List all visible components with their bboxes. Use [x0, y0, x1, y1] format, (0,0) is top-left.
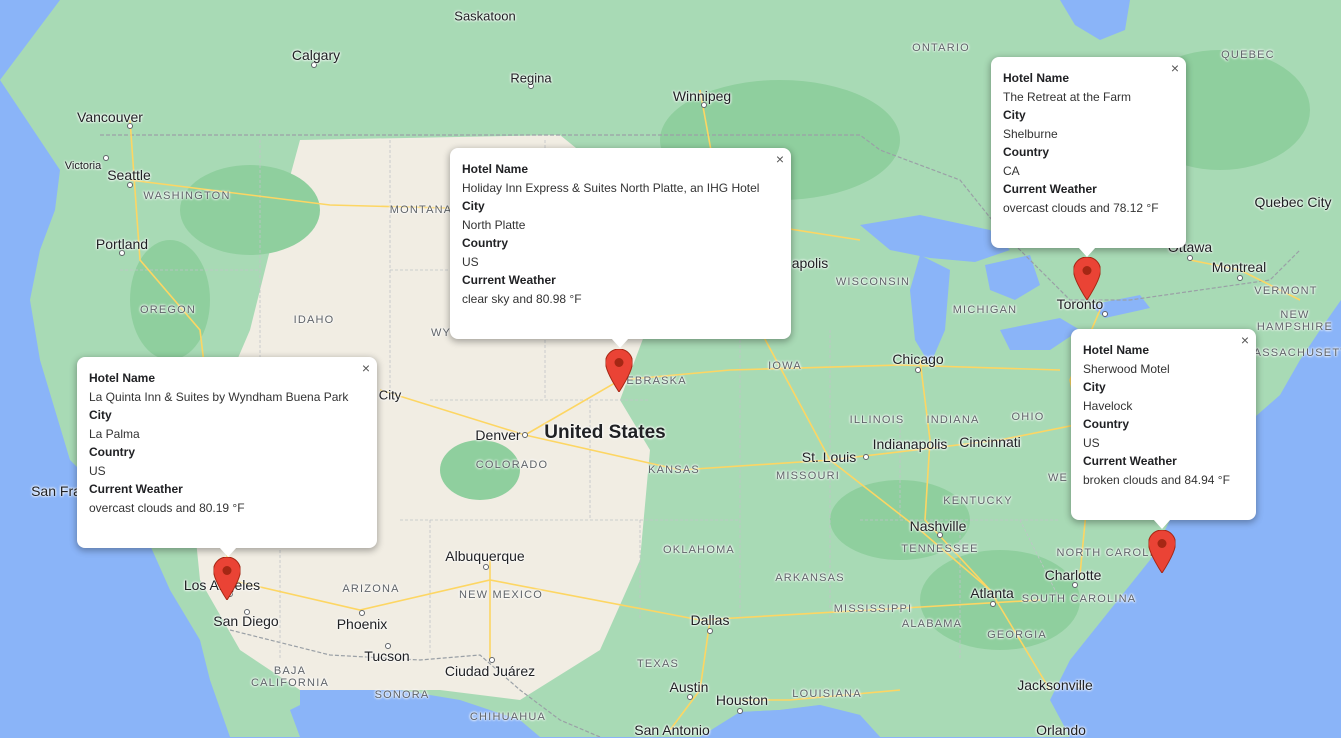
hotel-name-label: Hotel Name — [1083, 343, 1150, 357]
info-window-north-platte: × Hotel Name Holiday Inn Express & Suite… — [450, 148, 791, 348]
city-label: City — [89, 408, 112, 422]
weather-value: broken clouds and 84.94 °F — [1083, 472, 1230, 487]
info-window-la-palma: × Hotel Name La Quinta Inn & Suites by W… — [77, 357, 377, 557]
weather-value: overcast clouds and 78.12 °F — [1003, 200, 1159, 215]
weather-value: overcast clouds and 80.19 °F — [89, 500, 245, 515]
city-value: Havelock — [1083, 398, 1133, 413]
country-value: US — [1083, 435, 1100, 450]
city-value: North Platte — [462, 217, 526, 232]
country-label: Country — [1003, 145, 1049, 159]
country-value: US — [89, 463, 106, 478]
close-icon[interactable]: × — [773, 152, 787, 166]
hotel-name-label: Hotel Name — [89, 371, 156, 385]
info-window-shelburne: × Hotel Name The Retreat at the Farm Cit… — [991, 57, 1186, 257]
hotel-name-label: Hotel Name — [462, 162, 529, 176]
hotel-name-value: Sherwood Motel — [1083, 361, 1170, 376]
weather-label: Current Weather — [89, 482, 183, 496]
city-label: City — [1003, 108, 1026, 122]
hotel-name-label: Hotel Name — [1003, 71, 1070, 85]
close-icon[interactable]: × — [1238, 333, 1252, 347]
weather-value: clear sky and 80.98 °F — [462, 291, 582, 306]
weather-label: Current Weather — [1083, 454, 1177, 468]
close-icon[interactable]: × — [1168, 61, 1182, 75]
country-value: CA — [1003, 163, 1020, 178]
info-window-tail — [219, 547, 237, 557]
hotel-name-value: The Retreat at the Farm — [1003, 89, 1132, 104]
weather-label: Current Weather — [1003, 182, 1097, 196]
city-value: La Palma — [89, 426, 140, 441]
city-label: City — [1083, 380, 1106, 394]
map-pin-icon[interactable] — [213, 557, 241, 600]
city-value: Shelburne — [1003, 126, 1058, 141]
country-label: Country — [462, 236, 508, 250]
hotel-name-value: La Quinta Inn & Suites by Wyndham Buena … — [89, 389, 349, 404]
map-pin-icon[interactable] — [1148, 530, 1176, 573]
info-window-tail — [611, 338, 629, 348]
country-label: Country — [1083, 417, 1129, 431]
country-label: Country — [89, 445, 135, 459]
close-icon[interactable]: × — [359, 361, 373, 375]
info-window-havelock: × Hotel Name Sherwood Motel City Haveloc… — [1071, 329, 1256, 529]
hotel-name-value: Holiday Inn Express & Suites North Platt… — [462, 180, 760, 195]
map-pin-icon[interactable] — [1073, 257, 1101, 300]
weather-label: Current Weather — [462, 273, 556, 287]
info-window-tail — [1153, 519, 1171, 529]
info-window-tail — [1078, 247, 1096, 257]
city-label: City — [462, 199, 485, 213]
country-value: US — [462, 254, 479, 269]
map-pin-icon[interactable] — [605, 349, 633, 392]
